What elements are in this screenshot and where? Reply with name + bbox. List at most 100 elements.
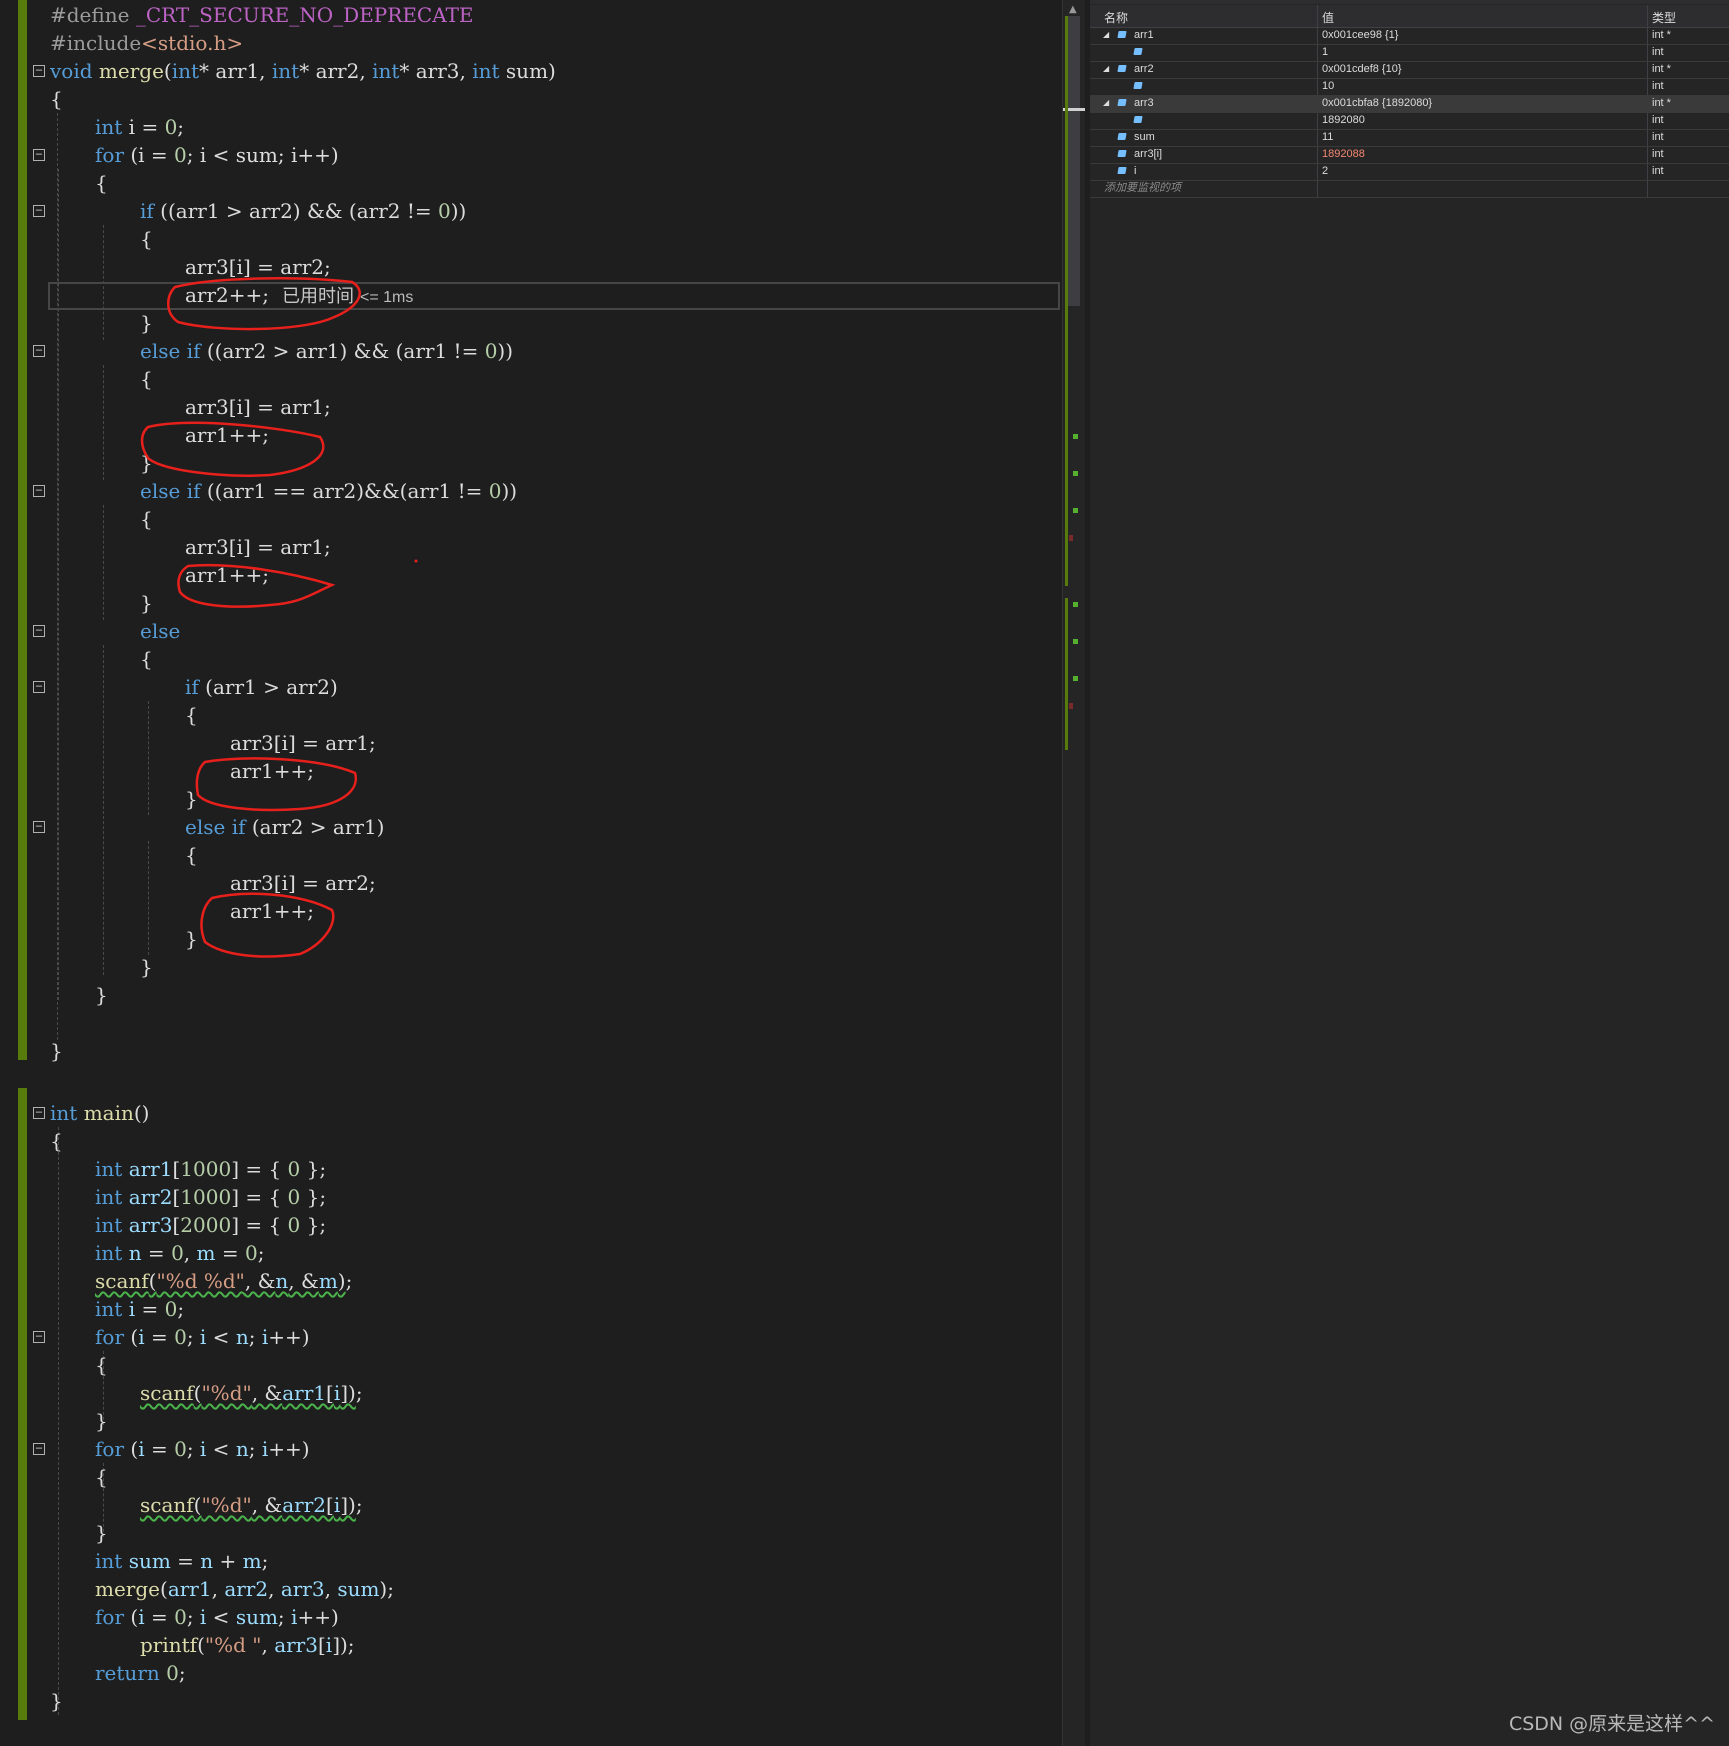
indent-guide <box>103 505 104 620</box>
watch-value[interactable]: 1 <box>1322 44 1328 60</box>
indent-guide <box>103 645 104 975</box>
watch-value[interactable]: 1892088 <box>1322 146 1365 162</box>
watch-value[interactable]: 1892080 <box>1322 112 1365 128</box>
code-line: else <box>140 619 181 643</box>
watch-window[interactable]: 名称 值 类型 ◢ arr1 0x001cee98 {1} int * 1 int ◢ arr… <box>1090 0 1729 1746</box>
code-editor[interactable]: #define _CRT_SECURE_NO_DEPRECATE #include… <box>0 0 1060 1746</box>
code-line: { <box>50 87 63 111</box>
watch-type: int <box>1652 46 1664 58</box>
variable-icon <box>1117 31 1127 38</box>
indent-guide <box>103 365 104 480</box>
watch-row[interactable]: 1 int <box>1090 44 1729 62</box>
code-line: printf("%d ", arr3[i]); <box>140 1633 355 1657</box>
code-line: for (i = 0; i < sum; i++) <box>95 143 339 167</box>
add-watch-item[interactable]: 添加要监视的项 <box>1090 180 1729 198</box>
code-line: scanf("%d", &arr1[i]); <box>140 1381 363 1405</box>
fold-toggle-icon[interactable]: − <box>33 680 45 693</box>
watch-type: int <box>1652 80 1664 92</box>
watch-type: int <box>1652 165 1664 177</box>
code-line: return 0; <box>95 1661 186 1685</box>
code-line: for (i = 0; i < n; i++) <box>95 1325 310 1349</box>
variable-icon <box>1117 99 1127 106</box>
change-marker <box>1073 434 1078 439</box>
variable-icon <box>1117 150 1127 157</box>
error-marker <box>1069 703 1073 709</box>
code-line: arr1++; <box>230 759 315 783</box>
code-line: } <box>185 927 198 951</box>
perf-tip[interactable]: 已用时间 <= 1ms <box>282 283 413 309</box>
column-header-type[interactable]: 类型 <box>1652 9 1676 26</box>
perf-tip-label: 已用时间 <box>282 286 354 306</box>
watch-type: int <box>1652 148 1664 160</box>
expand-toggle-icon[interactable]: ◢ <box>1103 61 1109 77</box>
watch-name: arr3 <box>1134 97 1154 109</box>
watch-row[interactable]: arr3[i] 1892088 int <box>1090 146 1729 164</box>
watch-value[interactable]: 0x001cbfa8 {1892080} <box>1322 95 1432 111</box>
code-line: { <box>140 647 153 671</box>
watch-row[interactable]: sum 11 int <box>1090 129 1729 147</box>
watch-row[interactable]: ◢ arr3 0x001cbfa8 {1892080} int * <box>1090 95 1729 113</box>
column-header-name[interactable]: 名称 <box>1104 9 1128 26</box>
watch-row[interactable]: ◢ arr2 0x001cdef8 {10} int * <box>1090 61 1729 79</box>
fold-toggle-icon[interactable]: − <box>33 1330 45 1343</box>
fold-toggle-icon[interactable]: − <box>33 624 45 637</box>
watch-row[interactable]: 10 int <box>1090 78 1729 96</box>
code-line: } <box>50 1689 63 1713</box>
watch-row[interactable]: ◢ arr1 0x001cee98 {1} int * <box>1090 27 1729 45</box>
watch-name: i <box>1134 165 1137 177</box>
fold-toggle-icon[interactable]: − <box>33 820 45 833</box>
code-line: arr3[i] = arr1; <box>185 395 331 419</box>
scroll-up-icon[interactable]: ▲ <box>1069 4 1077 15</box>
watch-row[interactable]: 1892080 int <box>1090 112 1729 130</box>
vertical-scrollbar[interactable]: ▲ <box>1062 0 1085 1746</box>
watch-name: arr1 <box>1134 29 1154 41</box>
fold-toggle-icon[interactable]: − <box>33 204 45 217</box>
watch-name: sum <box>1134 131 1155 143</box>
change-tracking-bar <box>18 0 27 1720</box>
watch-value[interactable]: 10 <box>1322 78 1334 94</box>
code-line: int main() <box>50 1101 150 1125</box>
watch-type: int * <box>1652 63 1671 75</box>
code-line: { <box>140 227 153 251</box>
code-line: if (arr1 > arr2) <box>185 675 338 699</box>
code-line: } <box>50 1039 63 1063</box>
watch-value[interactable]: 11 <box>1322 129 1333 145</box>
code-line: else if ((arr2 > arr1) && (arr1 != 0)) <box>140 339 514 363</box>
watch-row[interactable]: i 2 int <box>1090 163 1729 181</box>
code-line: arr1++; <box>185 563 270 587</box>
code-line: arr3[i] = arr1; <box>230 731 376 755</box>
fold-toggle-icon[interactable]: − <box>33 148 45 161</box>
code-line: } <box>95 983 108 1007</box>
code-line: int arr2[1000] = { 0 }; <box>95 1185 327 1209</box>
fold-toggle-icon[interactable]: − <box>33 1106 45 1119</box>
code-line: } <box>140 955 153 979</box>
code-line: int arr1[1000] = { 0 }; <box>95 1157 327 1181</box>
code-line: else if ((arr1 == arr2)&&(arr1 != 0)) <box>140 479 518 503</box>
watch-value[interactable]: 0x001cee98 {1} <box>1322 27 1398 43</box>
expand-toggle-icon[interactable]: ◢ <box>1103 27 1109 43</box>
code-line: { <box>95 1465 108 1489</box>
fold-toggle-icon[interactable]: − <box>33 344 45 357</box>
variable-icon <box>1117 65 1127 72</box>
code-line: #define _CRT_SECURE_NO_DEPRECATE <box>50 3 474 27</box>
code-line: arr1++; <box>185 423 270 447</box>
code-line: arr3[i] = arr2; <box>185 255 331 279</box>
fold-toggle-icon[interactable]: − <box>33 64 45 77</box>
scroll-thumb[interactable] <box>1067 16 1080 306</box>
current-line-highlight <box>48 282 1060 310</box>
watermark: CSDN @原来是这样^^ <box>1508 1713 1715 1735</box>
fold-toggle-icon[interactable]: − <box>33 484 45 497</box>
watch-type: int <box>1652 114 1664 126</box>
code-line: for (i = 0; i < n; i++) <box>95 1437 310 1461</box>
annotation-dot <box>414 559 418 563</box>
watch-value[interactable]: 0x001cdef8 {10} <box>1322 61 1402 77</box>
column-header-value[interactable]: 值 <box>1322 9 1334 26</box>
fold-toggle-icon[interactable]: − <box>33 1442 45 1455</box>
watch-value[interactable]: 2 <box>1322 163 1328 179</box>
expand-toggle-icon[interactable]: ◢ <box>1103 95 1109 111</box>
code-line: int i = 0; <box>95 1297 185 1321</box>
watch-header: 名称 值 类型 <box>1090 5 1729 28</box>
watch-name: arr3[i] <box>1134 148 1163 160</box>
code-line: } <box>140 311 153 335</box>
code-line: merge(arr1, arr2, arr3, sum); <box>95 1577 394 1601</box>
